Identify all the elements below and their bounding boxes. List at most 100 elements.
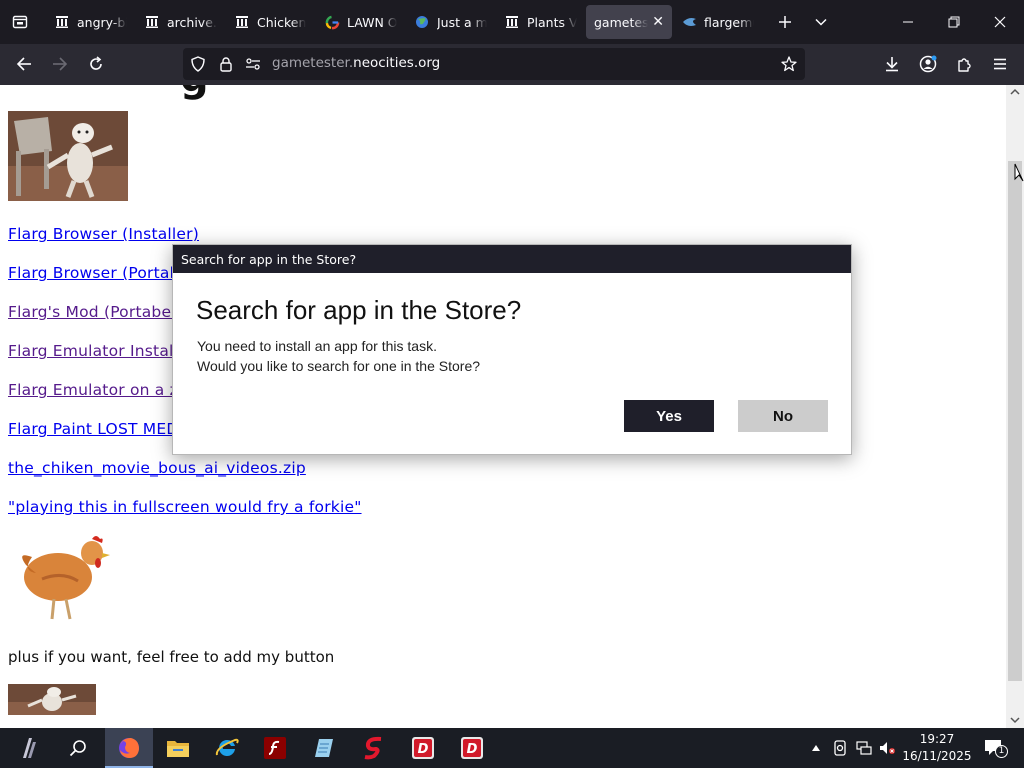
tab-label: flargemu bbox=[704, 14, 754, 30]
url-host: neocities.org bbox=[353, 55, 441, 71]
reload-icon bbox=[90, 56, 102, 70]
tab-label: archive.o bbox=[167, 14, 217, 30]
link-chiken-movie-zip[interactable]: the_chiken_movie_bous_ai_videos.zip bbox=[8, 459, 306, 477]
taskbar-flarg-app-2[interactable]: D bbox=[448, 728, 496, 768]
back-button[interactable] bbox=[8, 48, 40, 80]
account-button[interactable] bbox=[912, 48, 944, 80]
action-center-button[interactable]: 1 bbox=[983, 738, 1008, 758]
taskbar-red-s-app[interactable] bbox=[350, 728, 398, 768]
windows-taskbar: D D 19:27 16/11/2025 1 bbox=[0, 728, 1024, 768]
internet-explorer-icon bbox=[215, 738, 239, 756]
svg-text:D: D bbox=[418, 742, 429, 757]
minimize-icon bbox=[903, 21, 913, 23]
page-heading-fragment: g bbox=[180, 85, 209, 101]
dialog-message-line-2: Would you like to search for one in the … bbox=[197, 358, 481, 374]
taskbar-file-explorer[interactable] bbox=[154, 728, 202, 768]
link-flarg-paint-lost-media[interactable]: Flarg Paint LOST MED bbox=[8, 420, 179, 438]
tab-strip: angry-bi archive.o Chicken LAWN OF Just … bbox=[0, 0, 1024, 44]
taskbar-internet-explorer[interactable] bbox=[203, 728, 251, 768]
tab-label: Plants VS bbox=[527, 14, 577, 30]
volume-muted-icon[interactable] bbox=[879, 740, 895, 756]
chevron-down-icon bbox=[815, 18, 827, 26]
taskbar-notepad[interactable] bbox=[300, 728, 348, 768]
dialog-yes-button[interactable]: Yes bbox=[624, 400, 714, 432]
search-button[interactable] bbox=[54, 728, 102, 768]
downloads-button[interactable] bbox=[876, 48, 908, 80]
tab-list-icon bbox=[12, 15, 28, 29]
tab-gametester[interactable]: gameteste ✕ bbox=[586, 5, 672, 39]
bookmark-star-icon[interactable] bbox=[781, 56, 797, 72]
archive-icon bbox=[144, 14, 160, 30]
tab-label: LAWN OF bbox=[347, 14, 397, 30]
site-button-image[interactable] bbox=[8, 684, 96, 715]
mouse-cursor-icon bbox=[1014, 163, 1024, 182]
tab-label: gameteste bbox=[594, 14, 649, 30]
tab-just-a-moment[interactable]: Just a mo bbox=[406, 5, 495, 39]
forward-button[interactable] bbox=[44, 48, 76, 80]
lock-icon[interactable] bbox=[218, 56, 234, 72]
reload-button[interactable] bbox=[80, 48, 112, 80]
minimize-button[interactable] bbox=[885, 0, 931, 44]
back-arrow-icon bbox=[16, 57, 31, 71]
start-icon bbox=[23, 738, 36, 758]
dialog-no-button[interactable]: No bbox=[738, 400, 828, 432]
link-flarg-browser-portable[interactable]: Flarg Browser (Portab bbox=[8, 264, 180, 282]
restore-button[interactable] bbox=[931, 0, 977, 44]
start-button[interactable] bbox=[4, 728, 52, 768]
tab-label: Chicken bbox=[257, 14, 307, 30]
archive-icon bbox=[234, 14, 250, 30]
dialog-message-line-1: You need to install an app for this task… bbox=[197, 338, 437, 354]
scroll-up-arrow-icon[interactable] bbox=[1010, 87, 1020, 97]
close-icon bbox=[994, 16, 1006, 28]
network-icon[interactable] bbox=[856, 740, 872, 756]
notification-count-badge: 1 bbox=[995, 745, 1008, 758]
tab-archive[interactable]: archive.o bbox=[136, 5, 225, 39]
app-menu-button[interactable] bbox=[984, 48, 1016, 80]
close-window-button[interactable] bbox=[977, 0, 1023, 44]
taskbar-flarg-app-1[interactable]: D bbox=[399, 728, 447, 768]
extensions-button[interactable] bbox=[948, 48, 980, 80]
navigation-toolbar: gametester.neocities.org bbox=[0, 44, 1024, 85]
tab-label: Just a mo bbox=[437, 14, 487, 30]
flarg-app-icon: D bbox=[412, 737, 434, 759]
link-flargs-mod-portable[interactable]: Flarg's Mod (Portabel bbox=[8, 303, 176, 321]
link-fullscreen-forkie[interactable]: "playing this in fullscreen would fry a … bbox=[8, 498, 362, 516]
tab-chicken[interactable]: Chicken bbox=[226, 5, 315, 39]
tab-flargemu[interactable]: flargemu bbox=[673, 5, 762, 39]
url-text[interactable]: gametester.neocities.org bbox=[272, 55, 440, 71]
taskbar-firefox[interactable] bbox=[105, 728, 153, 768]
tracking-protection-shield-icon[interactable] bbox=[190, 56, 206, 72]
google-icon bbox=[324, 14, 340, 30]
tab-lawn-of[interactable]: LAWN OF bbox=[316, 5, 405, 39]
chicken-image bbox=[22, 536, 110, 620]
site-settings-icon[interactable] bbox=[245, 56, 261, 72]
link-flarg-emulator-installer[interactable]: Flarg Emulator Install bbox=[8, 342, 178, 360]
system-clock[interactable]: 19:27 16/11/2025 bbox=[902, 731, 972, 765]
download-icon bbox=[886, 57, 898, 72]
account-icon bbox=[919, 55, 937, 73]
scroll-down-arrow-icon[interactable] bbox=[1010, 715, 1020, 725]
archive-icon bbox=[504, 14, 520, 30]
hamburger-menu-icon bbox=[994, 58, 1006, 70]
show-hidden-icons-chevron-up-icon[interactable] bbox=[808, 740, 824, 756]
flarg-s-icon bbox=[364, 736, 382, 760]
close-tab-icon[interactable]: ✕ bbox=[648, 14, 664, 30]
forward-arrow-icon bbox=[53, 57, 68, 71]
link-flarg-browser-installer[interactable]: Flarg Browser (Installer) bbox=[8, 225, 199, 243]
new-tab-button[interactable] bbox=[767, 0, 803, 44]
tab-list-button[interactable] bbox=[0, 0, 40, 44]
link-flarg-emulator-zip[interactable]: Flarg Emulator on a zi bbox=[8, 381, 182, 399]
search-icon bbox=[69, 740, 86, 757]
dialog-heading: Search for app in the Store? bbox=[196, 295, 522, 325]
taskbar-flash-player[interactable] bbox=[251, 728, 299, 768]
tab-plants-vs[interactable]: Plants VS bbox=[496, 5, 585, 39]
scrollbar-thumb[interactable] bbox=[1008, 161, 1022, 681]
dialog-title-bar: Search for app in the Store? bbox=[173, 245, 851, 273]
button-note-text: plus if you want, feel free to add my bu… bbox=[8, 648, 335, 666]
tab-angry-birds[interactable]: angry-bi bbox=[46, 5, 135, 39]
tray-app-icon[interactable] bbox=[832, 740, 848, 756]
address-bar[interactable]: gametester.neocities.org bbox=[183, 48, 805, 80]
url-prefix: gametester. bbox=[272, 55, 354, 71]
list-all-tabs-button[interactable] bbox=[803, 0, 839, 44]
svg-text:D: D bbox=[467, 742, 478, 757]
